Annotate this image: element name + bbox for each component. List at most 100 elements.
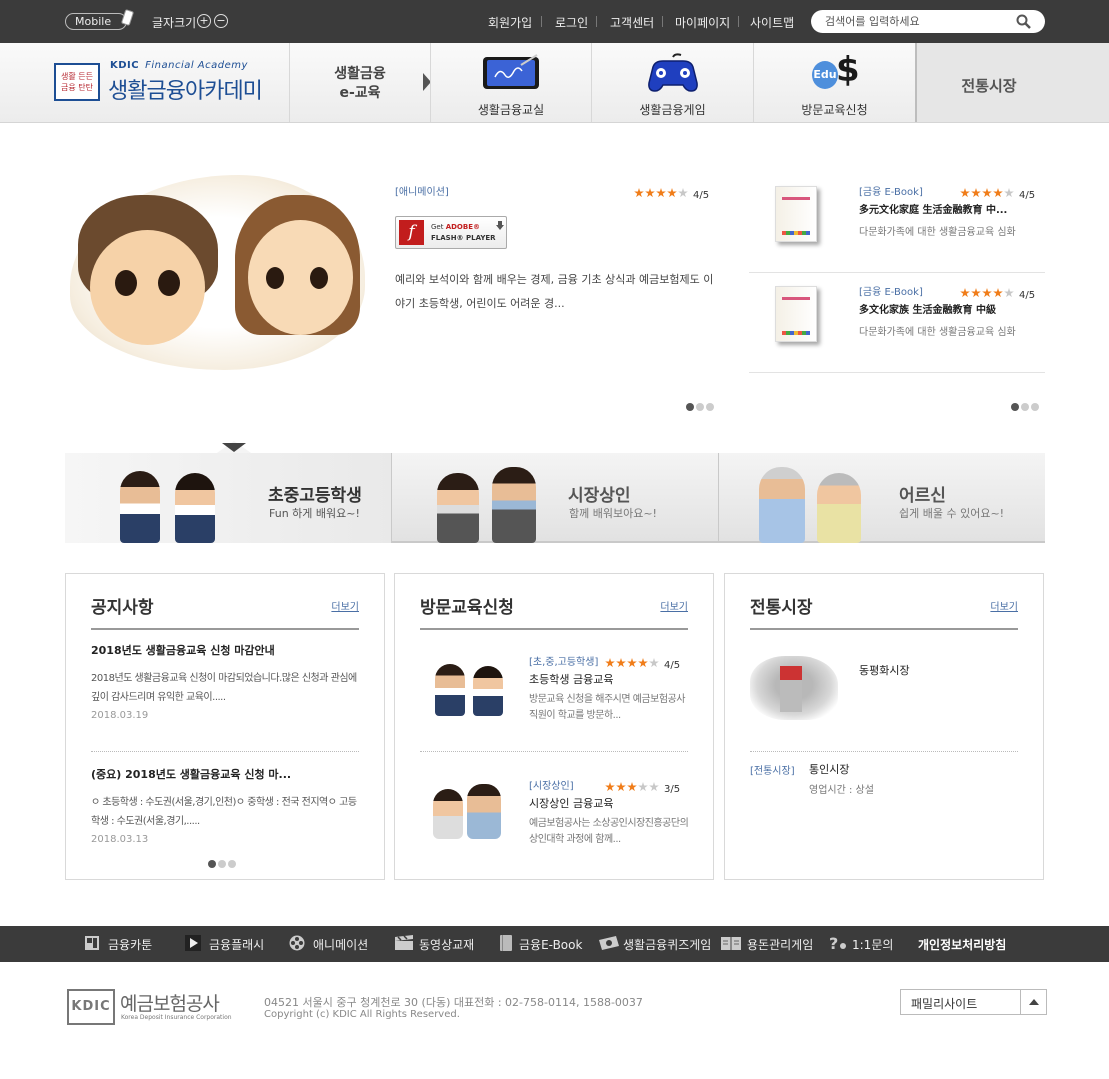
footnav-label: 금융카툰 [108, 938, 153, 952]
nav-item-visit[interactable]: Edu $ 방문교육신청 [754, 43, 915, 122]
book-icon [500, 935, 512, 951]
get-flash-player-button[interactable]: f Get ADOBE® FLASH® PLAYER [395, 216, 507, 249]
student-photo [120, 471, 160, 543]
market-featured-name[interactable]: 동평화시장 [859, 662, 910, 678]
star-icon [649, 658, 659, 668]
family-site-label: 패밀리사이트 [911, 997, 978, 1011]
pager-dot[interactable] [696, 403, 704, 411]
notice-item-title[interactable]: 2018년도 생활금융교육 신청 마감안내 [91, 642, 275, 658]
cartoon-icon [85, 936, 99, 950]
divider [750, 751, 1018, 752]
banknote-icon [599, 936, 619, 950]
nav-item-label: 생활금융교실 [477, 103, 545, 117]
ebook-rating: 4/5 [960, 183, 1035, 202]
visit-item-photo [467, 784, 501, 839]
nav-item-game[interactable]: 생활금융게임 [592, 43, 753, 122]
pager-dot[interactable] [218, 860, 226, 868]
star-icon [627, 658, 637, 668]
customer-center-link[interactable]: 고객센터 [610, 14, 654, 31]
ebook-category: [금융 E-Book] [859, 287, 923, 298]
nav-item-label: 생활금융게임 [639, 103, 706, 117]
visit-item-rating: 3/5 [605, 777, 680, 796]
mobile-button[interactable]: Mobile [65, 8, 135, 30]
pager-dot[interactable] [1031, 403, 1039, 411]
footnav-label: 동영상교재 [419, 938, 475, 952]
rating-text: 4/5 [693, 190, 710, 201]
sitemap-link[interactable]: 사이트맵 [750, 14, 794, 31]
logo-seal-line2: 금융 탄탄 [61, 83, 93, 92]
ebook-title[interactable]: 多元文化家庭 生活金融教育 中... [859, 201, 1007, 216]
pager-dot[interactable] [706, 403, 714, 411]
logo-title: 생활금융아카데미 [108, 79, 263, 104]
tab-students[interactable]: 초중고등학생 Fun 하게 배워요~! [65, 453, 391, 543]
tab-seniors[interactable]: 어르신 쉽게 배울 수 있어요~! [719, 453, 1045, 543]
visit-item-photo[interactable] [433, 789, 463, 839]
privacy-policy-link[interactable]: 개인정보처리방침 [918, 936, 1006, 953]
star-icon [1004, 288, 1014, 298]
pager-dot[interactable] [1011, 403, 1019, 411]
notice-item-date: 2018.03.13 [91, 834, 149, 845]
market-building [780, 666, 802, 712]
market-photo[interactable] [750, 656, 838, 720]
star-icon [616, 658, 626, 668]
family-site-select[interactable]: 패밀리사이트 [900, 989, 1047, 1015]
featured-category: [애니메이션] [395, 187, 449, 198]
font-decrease-button[interactable]: − [214, 14, 228, 28]
visit-item-category: [시장상인] [529, 781, 574, 792]
ebook-cover[interactable] [775, 286, 817, 342]
pager-dot[interactable] [228, 860, 236, 868]
market-item-name[interactable]: 통인시장 [809, 761, 849, 777]
font-increase-button[interactable]: + [197, 14, 211, 28]
notice-panel: 공지사항 더보기 2018년도 생활금융교육 신청 마감안내 2018년도 생활… [65, 573, 385, 880]
logo-academy-text: Financial Academy [145, 60, 248, 71]
mypage-link[interactable]: 마이페이지 [675, 14, 730, 31]
market-more-link[interactable]: 더보기 [990, 598, 1018, 613]
notice-more-link[interactable]: 더보기 [331, 598, 359, 613]
ebook-cover-stripe [782, 297, 810, 300]
logo-seal-line1: 생활 든든 [61, 72, 93, 81]
flash-icon: f [399, 220, 424, 245]
chevron-up-icon[interactable] [1020, 990, 1046, 1014]
search-input[interactable] [825, 13, 1010, 30]
notice-item-body: ㅇ 초등학생 : 수도권(서울,경기,인천)ㅇ 중학생 : 전국 전지역ㅇ 고등… [91, 797, 357, 827]
tab-title: 시장상인 [568, 486, 631, 506]
student-photo [175, 473, 215, 543]
divider [91, 628, 359, 630]
notice-item-title[interactable]: (중요) 2018년도 생활금융교육 신청 마... [91, 766, 291, 782]
login-link[interactable]: 로그인 [555, 14, 588, 31]
divider [420, 751, 688, 752]
footnav-label: 금융플래시 [209, 938, 265, 952]
ebook-cover[interactable] [775, 186, 817, 242]
footer-navigation: 금융카툰 금융플래시 애니메이션 동영상교재 금융E-Book 생활금융퀴즈게임… [0, 926, 1109, 962]
ebook-cover-bar [782, 331, 810, 335]
signup-link[interactable]: 회원가입 [488, 14, 532, 31]
logo-kdic-text: KDIC [110, 60, 140, 71]
nav-title-line2: e-교육 [339, 85, 381, 101]
notice-item-body: 2018년도 생활금융교육 신청이 마감되었습니다.많은 신청과 관심에 깊이 … [91, 673, 357, 703]
flash-line1-brand: ADOBE® [445, 223, 480, 231]
merchant-photo [492, 467, 536, 543]
address: 04521 서울시 중구 청계천로 30 (다동) 대표전화 : 02-758-… [264, 996, 643, 1009]
hero-animation-image[interactable] [70, 175, 365, 370]
tab-subtitle: 함께 배워보아요~! [569, 507, 657, 520]
search-icon[interactable] [1016, 14, 1031, 29]
flash-line1: Get ADOBE® [431, 223, 480, 231]
girl-eye [266, 267, 284, 289]
visit-more-link[interactable]: 더보기 [660, 598, 688, 613]
ebook-cover-bar [782, 231, 810, 235]
pager-dot[interactable] [208, 860, 216, 868]
pager-dot[interactable] [1021, 403, 1029, 411]
pager-dot[interactable] [686, 403, 694, 411]
footnav-label: 금융E-Book [519, 938, 583, 952]
footnav-label: 용돈관리게임 [747, 938, 814, 952]
tab-merchants[interactable]: 시장상인 함께 배워보아요~! [392, 453, 718, 543]
ebook-title[interactable]: 多文化家族 生活金融教育 中級 [859, 301, 996, 316]
visit-item-body: 방문교육 신청을 해주시면 예금보험공사 직원이 학교를 방문하... [529, 694, 685, 721]
nav-item-market[interactable]: 전통시장 [917, 43, 1109, 122]
nav-title-line1: 생활금융 [334, 66, 386, 82]
visit-item-photo[interactable] [435, 664, 465, 716]
visit-item-rating: 4/5 [605, 653, 680, 672]
visit-item-title[interactable]: 초등학생 금융교육 [529, 671, 613, 687]
nav-item-classroom[interactable]: 생활금융교실 [431, 43, 591, 122]
visit-item-title[interactable]: 시장상인 금융교육 [529, 795, 613, 811]
